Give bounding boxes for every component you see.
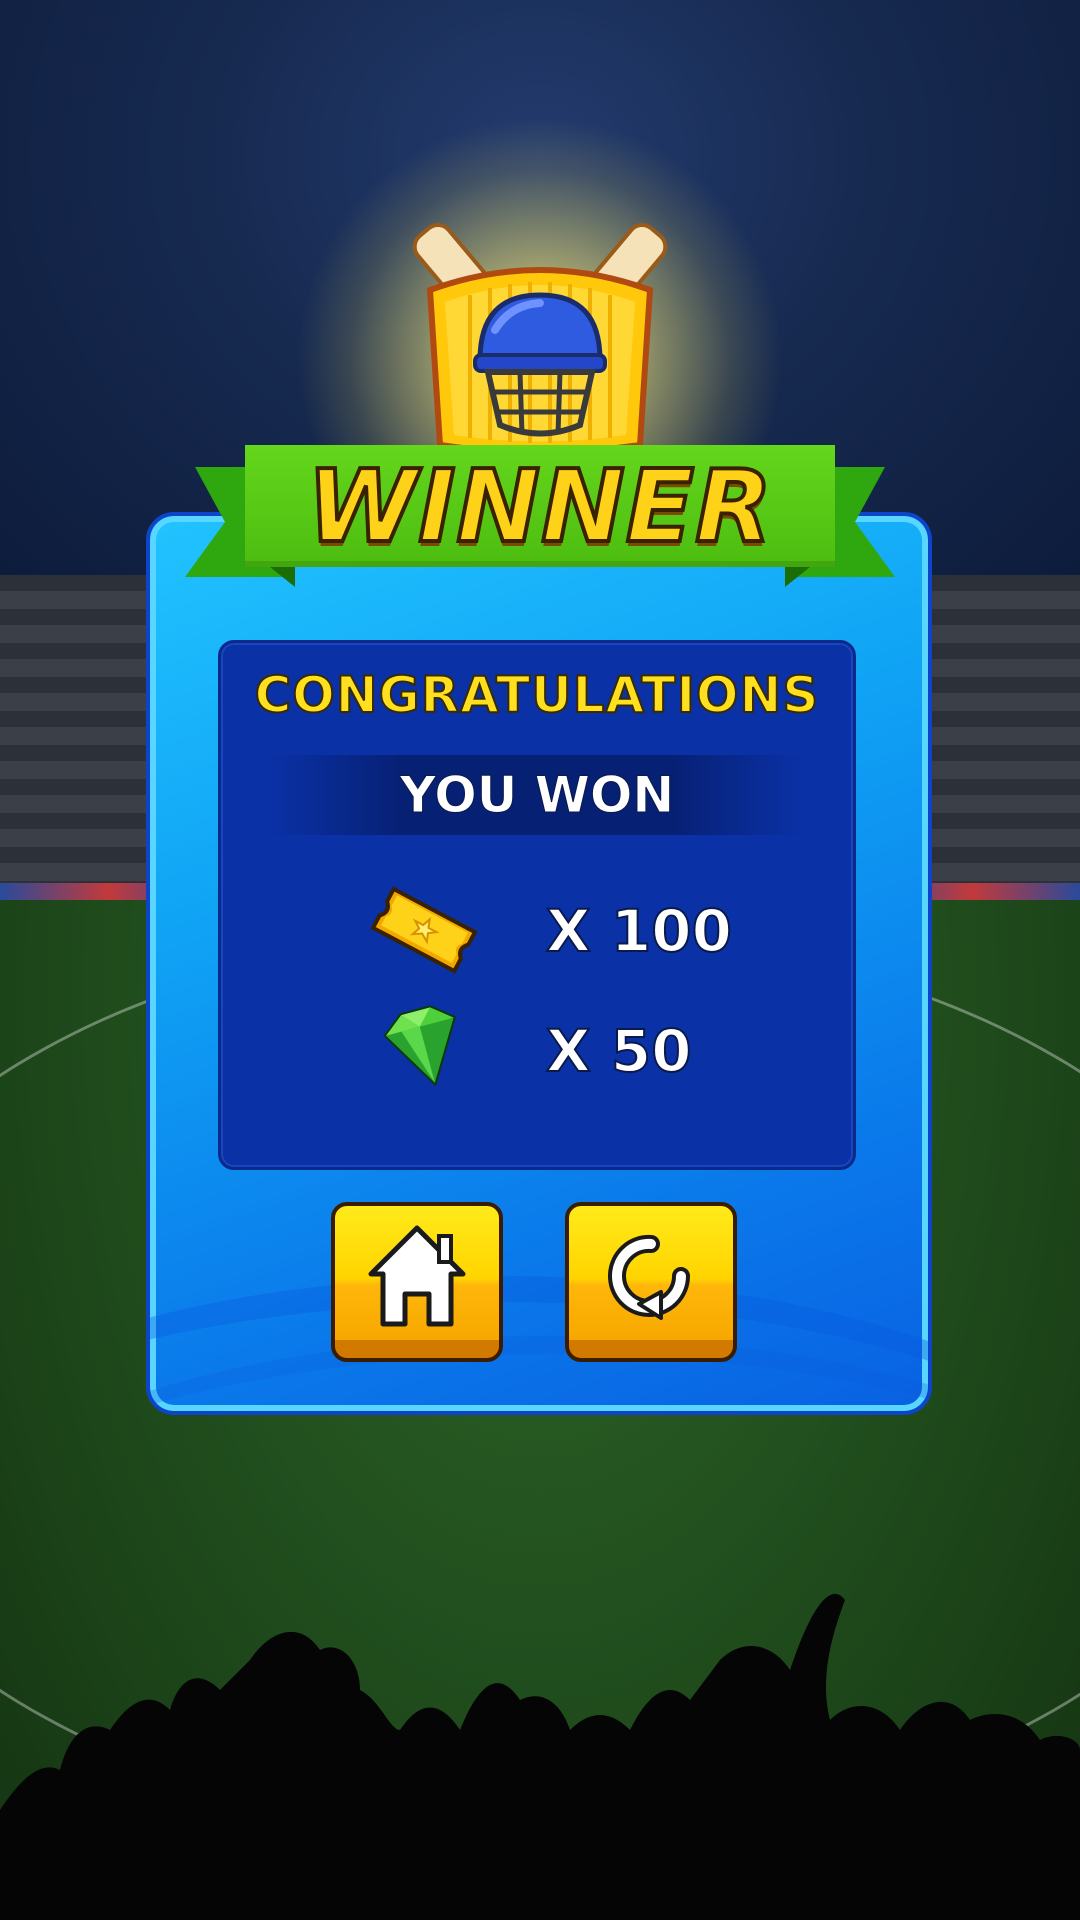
ticket-reward-amount: X 100 [545,896,733,966]
gem-reward-amount: X 50 [545,1016,693,1086]
home-icon [368,1225,466,1327]
replay-icon [608,1234,690,1320]
congratulations-text: CONGRATULATIONS [254,665,820,725]
you-won-text: YOU WON [399,766,675,825]
emerald-gem-icon [383,1005,457,1087]
cricket-helmet-bats-icon [412,222,668,456]
crowd-silhouette [0,1593,1080,1920]
ticket-icon [370,886,478,974]
home-button[interactable] [331,1202,503,1362]
winner-title: WINNER [305,446,774,567]
replay-button[interactable] [565,1202,737,1362]
